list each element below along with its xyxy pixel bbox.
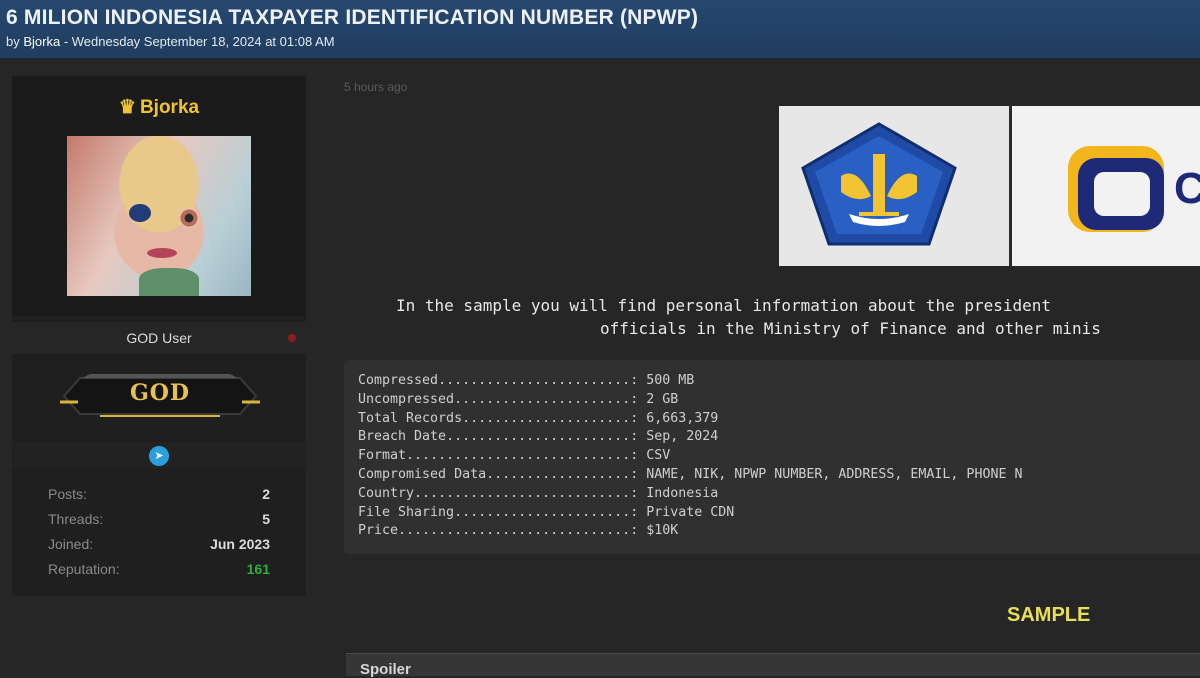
stat-row: Reputation: 161 xyxy=(48,559,270,584)
stat-row: Posts: 2 xyxy=(48,484,270,509)
detail-separator: : xyxy=(630,504,647,520)
avatar[interactable] xyxy=(67,136,251,296)
stat-value: Jun 2023 xyxy=(210,536,270,552)
description-line: In the sample you will find personal inf… xyxy=(396,296,1052,315)
avatar-detail xyxy=(147,248,177,258)
detail-dots: ...................... xyxy=(454,391,631,407)
author-link[interactable]: Bjorka xyxy=(23,34,60,49)
detail-key: Breach Date xyxy=(358,429,447,445)
detail-row: Compromised Data..................: NAME… xyxy=(358,466,1022,485)
user-sidebar: ♛ Bjorka GOD User GOD ➤ Posts: 2 Threads… xyxy=(12,76,306,596)
detail-separator: : xyxy=(630,448,647,464)
god-badge: GOD xyxy=(60,372,260,420)
detail-key: Compromised Data xyxy=(358,466,487,482)
detail-row: File Sharing......................: Priv… xyxy=(358,504,1022,523)
breach-details: Compressed........................: 500 … xyxy=(358,372,1022,541)
detail-row: Total Records.....................: 6,66… xyxy=(358,410,1022,429)
detail-value: Private CDN xyxy=(646,504,735,520)
spoiler-label[interactable]: Spoiler xyxy=(360,661,411,678)
detail-key: Total Records xyxy=(358,410,463,426)
byline-prefix: by xyxy=(6,34,24,49)
detail-dots: ........................ xyxy=(438,373,631,388)
stat-label: Joined: xyxy=(48,536,94,552)
detail-dots: ....................... xyxy=(446,429,631,445)
post-time: 5 hours ago xyxy=(344,80,408,94)
detail-key: Uncompressed xyxy=(358,391,455,407)
stat-value: 2 xyxy=(262,486,270,502)
detail-dots: ...................... xyxy=(454,504,631,520)
byline-date: - Wednesday September 18, 2024 at 01:08 … xyxy=(60,34,335,49)
thread-byline: by Bjorka - Wednesday September 18, 2024… xyxy=(6,34,335,49)
partner-logo-letter: C xyxy=(1174,164,1200,213)
ministry-emblem-icon xyxy=(801,122,957,246)
user-rank-bar: GOD User xyxy=(12,322,306,354)
detail-dots: ..................... xyxy=(462,410,631,426)
detail-value: 500 MB xyxy=(646,373,695,388)
detail-value: CSV xyxy=(646,448,671,464)
badge-text: GOD xyxy=(129,380,191,406)
stat-label: Posts: xyxy=(48,486,87,502)
crown-icon: ♛ xyxy=(118,97,136,118)
detail-dots: ............................ xyxy=(406,448,631,464)
avatar-detail xyxy=(129,204,151,222)
stat-label: Threads: xyxy=(48,511,104,527)
username[interactable]: ♛ Bjorka xyxy=(12,96,306,119)
detail-key: Format xyxy=(358,448,407,464)
detail-separator: : xyxy=(630,429,647,445)
detail-value: Indonesia xyxy=(646,485,719,501)
spoiler-toggle[interactable]: Spoiler xyxy=(346,653,1200,678)
avatar-detail xyxy=(139,268,199,296)
detail-row: Compressed........................: 500 … xyxy=(358,372,1022,391)
user-rank: GOD User xyxy=(126,330,192,346)
detail-key: Country xyxy=(358,485,415,501)
partner-logo: C xyxy=(1012,106,1200,266)
description-line: officials in the Ministry of Finance and… xyxy=(600,319,1101,338)
detail-row: Price.............................: $10K xyxy=(358,522,1022,541)
post-description: In the sample you will find personal inf… xyxy=(344,294,1200,340)
detail-row: Format............................: CSV xyxy=(358,447,1022,466)
detail-row: Uncompressed......................: 2 GB xyxy=(358,391,1022,410)
detail-separator: : xyxy=(630,391,647,407)
detail-value: Sep, 2024 xyxy=(646,429,719,445)
telegram-icon[interactable]: ➤ xyxy=(149,446,169,466)
thread-header: 6 MILION INDONESIA TAXPAYER IDENTIFICATI… xyxy=(0,0,1200,59)
detail-dots: ............................. xyxy=(398,523,631,539)
contact-row: ➤ xyxy=(12,442,306,468)
stat-row: Joined: Jun 2023 xyxy=(48,534,270,559)
detail-value: 2 GB xyxy=(646,391,679,407)
detail-dots: ........................... xyxy=(414,485,631,501)
partner-logo-icon xyxy=(1068,146,1164,232)
ministry-logo xyxy=(779,106,1009,266)
reputation-value[interactable]: 161 xyxy=(247,561,270,577)
detail-key: File Sharing xyxy=(358,504,455,520)
sample-heading: SAMPLE xyxy=(1007,604,1091,626)
detail-value: NAME, NIK, NPWP NUMBER, ADDRESS, EMAIL, … xyxy=(646,466,1023,482)
detail-dots: .................. xyxy=(486,466,631,482)
username-text[interactable]: Bjorka xyxy=(140,97,199,118)
post-banner-image: C xyxy=(779,106,1200,266)
detail-key: Compressed xyxy=(358,373,439,388)
detail-value: 6,663,379 xyxy=(646,410,719,426)
breach-details-codebox: Compressed........................: 500 … xyxy=(344,360,1200,554)
thread-title: 6 MILION INDONESIA TAXPAYER IDENTIFICATI… xyxy=(6,6,699,29)
detail-separator: : xyxy=(630,523,647,539)
user-stats: Posts: 2 Threads: 5 Joined: Jun 2023 Rep… xyxy=(48,484,270,584)
detail-separator: : xyxy=(630,373,647,388)
user-card: ♛ Bjorka xyxy=(12,76,306,316)
detail-row: Country...........................: Indo… xyxy=(358,485,1022,504)
avatar-detail xyxy=(179,208,199,228)
detail-value: $10K xyxy=(646,523,679,539)
stat-label: Reputation: xyxy=(48,561,120,577)
status-dot-icon xyxy=(288,334,296,342)
detail-row: Breach Date.......................: Sep,… xyxy=(358,428,1022,447)
detail-key: Price xyxy=(358,523,399,539)
detail-separator: : xyxy=(630,485,647,501)
detail-separator: : xyxy=(630,410,647,426)
stat-value: 5 xyxy=(262,511,270,527)
detail-separator: : xyxy=(630,466,647,482)
stat-row: Threads: 5 xyxy=(48,509,270,534)
